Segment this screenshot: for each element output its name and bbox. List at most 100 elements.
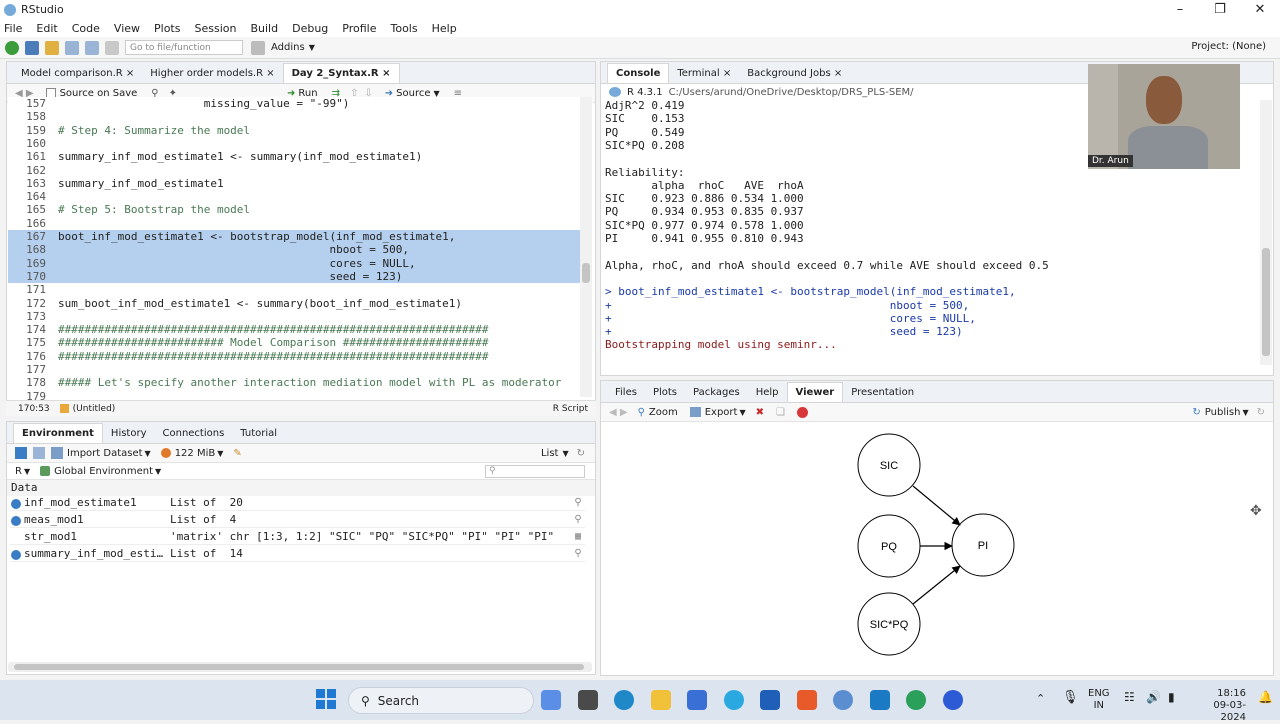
print-icon[interactable]	[105, 40, 119, 55]
environment-search-input[interactable]: ⚲	[485, 464, 585, 478]
new-project-icon[interactable]	[25, 40, 39, 55]
clock[interactable]: 18:16 09-03-2024	[1192, 688, 1246, 724]
tab-files[interactable]: Files	[607, 383, 645, 402]
project-menu[interactable]: Project: (None)	[1191, 41, 1266, 52]
goto-file-input[interactable]: Go to file/function	[125, 40, 243, 55]
code-line[interactable]: 161 summary_inf_mod_estimate1 <- summary(…	[8, 150, 583, 163]
save-workspace-icon[interactable]	[33, 447, 45, 459]
cortana-icon[interactable]	[724, 690, 744, 710]
code-line[interactable]: 167 boot_inf_mod_estimate1 <- bootstrap_m…	[8, 230, 583, 244]
code-line[interactable]: 179	[8, 390, 583, 400]
environment-hscrollbar[interactable]	[8, 662, 592, 672]
tab-viewer[interactable]: Viewer	[786, 382, 844, 402]
menu-tools[interactable]: Tools	[390, 22, 417, 35]
environment-row[interactable]: str_mod1 'matrix' chr [1:3, 1:2] "SIC" "P…	[10, 528, 585, 545]
tab-history[interactable]: History	[103, 424, 155, 443]
copilot-icon[interactable]	[541, 690, 561, 710]
open-file-icon[interactable]	[45, 40, 59, 55]
menu-code[interactable]: Code	[72, 22, 100, 35]
viewer-refresh-icon[interactable]: ↻	[1257, 407, 1265, 418]
viewer-back-forward-icon[interactable]: ◀ ▶	[609, 407, 628, 418]
expand-object-icon[interactable]	[11, 498, 21, 509]
load-workspace-icon[interactable]	[15, 447, 27, 459]
view-object-icon[interactable]: ⚲	[571, 514, 585, 525]
broom-icon[interactable]: ✎	[233, 448, 241, 459]
view-object-icon[interactable]: ⚲	[571, 497, 585, 508]
rstudio-taskbar-icon[interactable]	[833, 690, 853, 710]
menu-profile[interactable]: Profile	[342, 22, 376, 35]
minimize-button[interactable]: –	[1160, 0, 1200, 19]
object-name[interactable]: inf_mod_estimate1	[10, 496, 170, 509]
import-dataset-button[interactable]: Import Dataset	[67, 448, 143, 459]
battery-icon[interactable]: ▮	[1168, 690, 1175, 704]
code-line[interactable]: 172 sum_boot_inf_mod_estimate1 <- summary…	[8, 297, 583, 310]
tab-help[interactable]: Help	[748, 383, 787, 402]
wifi-icon[interactable]: ☷	[1124, 690, 1135, 704]
mail-icon[interactable]	[870, 690, 890, 710]
tab-day2-syntax[interactable]: Day 2_Syntax.R ×	[282, 63, 400, 83]
code-line[interactable]: 171	[8, 283, 583, 296]
language-chevron-icon[interactable]: ▼	[24, 467, 30, 476]
save-all-icon[interactable]	[85, 40, 99, 55]
environment-row[interactable]: inf_mod_estimate1 List of 20 ⚲	[10, 494, 585, 511]
code-line[interactable]: 178 ##### Let's specify another interacti…	[8, 376, 583, 389]
menu-build[interactable]: Build	[250, 22, 278, 35]
clear-viewer-icon[interactable]: ✖	[756, 407, 764, 418]
code-line[interactable]: 163 summary_inf_mod_estimate1	[8, 177, 583, 190]
grid-layout-icon[interactable]	[251, 40, 265, 55]
editor-scrollbar[interactable]	[580, 97, 592, 397]
save-icon[interactable]	[65, 40, 79, 55]
microphone-icon[interactable]: 🎙	[1062, 690, 1079, 705]
tab-connections[interactable]: Connections	[155, 424, 233, 443]
zoom-button[interactable]: Zoom	[649, 407, 678, 418]
tray-chevron-icon[interactable]: ⌃	[1036, 692, 1045, 705]
code-line[interactable]: 176 #####################################…	[8, 350, 583, 363]
code-line[interactable]: 173	[8, 310, 583, 323]
code-line[interactable]: 165 # Step 5: Bootstrap the model	[8, 203, 583, 216]
publish-chevron-icon[interactable]: ▼	[1242, 408, 1248, 417]
scope-chevron-icon[interactable]: ▼	[155, 467, 161, 476]
tab-higher-order-models[interactable]: Higher order models.R ×	[142, 64, 282, 83]
view-object-icon[interactable]: ⚲	[571, 548, 585, 559]
environment-row[interactable]: summary_inf_mod_esti… List of 14 ⚲	[10, 545, 585, 562]
refresh-icon[interactable]: ↻	[577, 448, 585, 459]
tab-environment[interactable]: Environment	[13, 423, 103, 443]
code-line[interactable]: 157 missing_value = "-99")	[8, 97, 583, 110]
code-line[interactable]: 160	[8, 137, 583, 150]
outlook-icon[interactable]	[760, 690, 780, 710]
object-name[interactable]: summary_inf_mod_esti…	[10, 547, 170, 560]
volume-icon[interactable]: 🔊	[1146, 690, 1161, 704]
object-name[interactable]: meas_mod1	[10, 513, 170, 526]
menu-debug[interactable]: Debug	[292, 22, 328, 35]
console-scrollbar[interactable]	[1260, 100, 1272, 365]
tab-plots[interactable]: Plots	[645, 383, 685, 402]
memory-chevron-icon[interactable]: ▼	[217, 449, 223, 458]
stop-icon[interactable]	[796, 406, 808, 418]
environment-hscroll-thumb[interactable]	[14, 664, 584, 670]
tab-presentation[interactable]: Presentation	[843, 383, 922, 402]
file-explorer-icon[interactable]	[651, 690, 671, 710]
code-line[interactable]: 175 ######################### Model Compa…	[8, 336, 583, 349]
menu-help[interactable]: Help	[432, 22, 457, 35]
menu-session[interactable]: Session	[194, 22, 236, 35]
chrome-icon[interactable]	[906, 690, 926, 710]
tab-model-comparison[interactable]: Model comparison.R ×	[13, 64, 142, 83]
export-chevron-icon[interactable]: ▼	[739, 408, 745, 417]
tab-tutorial[interactable]: Tutorial	[232, 424, 285, 443]
tab-packages[interactable]: Packages	[685, 383, 748, 402]
editor-scrollbar-thumb[interactable]	[582, 263, 590, 283]
menu-file[interactable]: File	[4, 22, 22, 35]
code-line[interactable]: 169 cores = NULL,	[8, 256, 583, 270]
object-name[interactable]: str_mod1	[10, 530, 170, 543]
memory-usage[interactable]: 122 MiB	[175, 448, 216, 459]
code-line[interactable]: 159 # Step 4: Summarize the model	[8, 124, 583, 137]
code-line[interactable]: 166	[8, 217, 583, 230]
close-button[interactable]: ✕	[1240, 0, 1280, 19]
windows-start-icon[interactable]	[316, 689, 336, 709]
code-line[interactable]: 158	[8, 110, 583, 123]
code-line[interactable]: 170 seed = 123)	[8, 269, 583, 284]
file-type-label[interactable]: R Script	[553, 404, 588, 414]
view-table-icon[interactable]: ▦	[571, 531, 585, 542]
list-chevron-icon[interactable]: ▼	[562, 449, 568, 458]
environment-row[interactable]: meas_mod1 List of 4 ⚲	[10, 511, 585, 528]
